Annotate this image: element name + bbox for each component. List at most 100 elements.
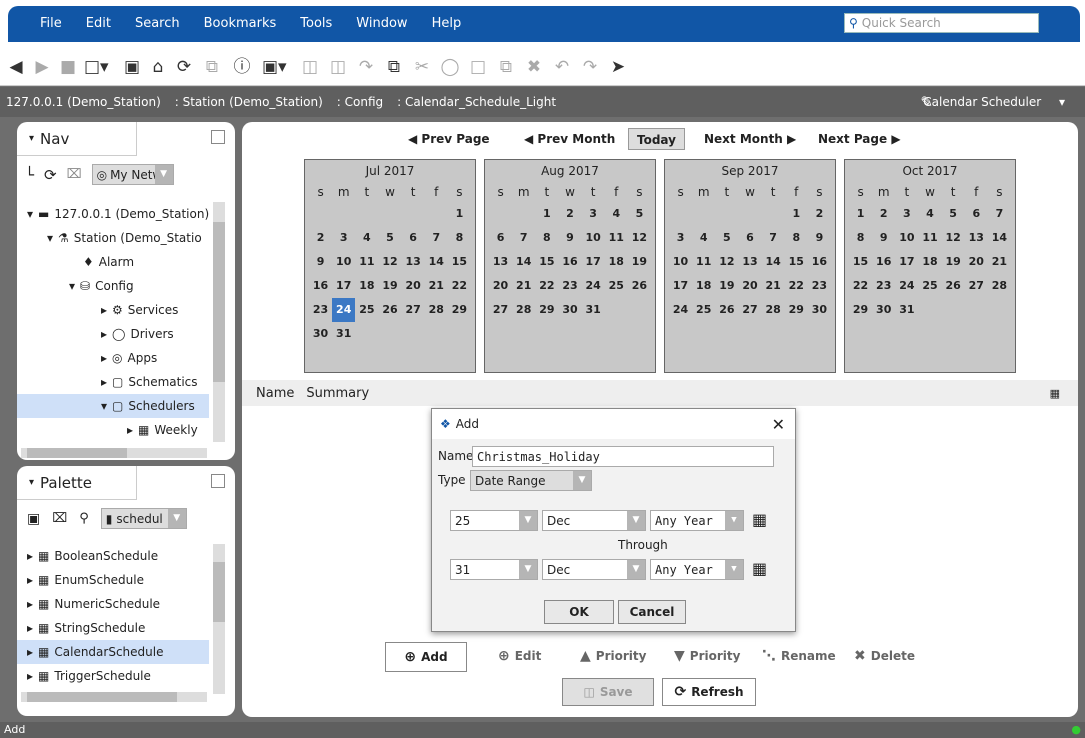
- day-cell[interactable]: 3: [895, 202, 918, 226]
- day-cell[interactable]: 29: [849, 298, 872, 322]
- end-month-select[interactable]: Dec ▼: [542, 559, 646, 580]
- nav-tab[interactable]: ▾ Nav: [17, 122, 137, 156]
- day-cell[interactable]: 31: [582, 298, 605, 322]
- day-cell[interactable]: 2: [872, 202, 895, 226]
- palette-module-select[interactable]: ▮ schedul ▼: [100, 508, 187, 529]
- maximize-icon[interactable]: [211, 130, 225, 144]
- day-cell[interactable]: 20: [489, 274, 512, 298]
- day-cell[interactable]: 13: [738, 250, 761, 274]
- nav-scroll-thumb[interactable]: [213, 222, 225, 382]
- type-select[interactable]: Date Range ▼: [470, 470, 592, 491]
- column-chooser-icon[interactable]: ▦: [1050, 387, 1060, 400]
- day-cell[interactable]: 7: [425, 226, 448, 250]
- day-cell[interactable]: 11: [605, 226, 628, 250]
- ok-button[interactable]: OK: [544, 600, 614, 624]
- day-cell[interactable]: 11: [355, 250, 378, 274]
- duplicate-icon[interactable]: ⧉: [494, 56, 518, 78]
- day-cell[interactable]: 31: [895, 298, 918, 322]
- breadcrumb-config[interactable]: : Config: [337, 95, 383, 109]
- day-cell[interactable]: 25: [692, 298, 715, 322]
- back-icon[interactable]: ◀: [4, 56, 28, 78]
- document-icon[interactable]: ⧉: [382, 56, 406, 78]
- go-icon[interactable]: ➤: [606, 56, 630, 78]
- day-cell[interactable]: 21: [512, 274, 535, 298]
- day-cell[interactable]: 12: [628, 226, 651, 250]
- day-cell[interactable]: 6: [402, 226, 425, 250]
- day-cell[interactable]: 12: [715, 250, 738, 274]
- end-day-select[interactable]: 31 ▼: [450, 559, 538, 580]
- palette-item-numeric[interactable]: ▸ ▦ NumericSchedule: [27, 592, 160, 616]
- today-button[interactable]: Today: [628, 128, 685, 150]
- column-summary[interactable]: Summary: [306, 386, 369, 401]
- menu-window[interactable]: Window: [356, 16, 407, 31]
- day-cell[interactable]: 5: [378, 226, 401, 250]
- menu-file[interactable]: File: [40, 16, 62, 31]
- day-cell[interactable]: 10: [669, 250, 692, 274]
- tree-item-apps[interactable]: ▸ ◎ Apps: [101, 346, 157, 370]
- day-cell[interactable]: 10: [895, 226, 918, 250]
- priority-up-button[interactable]: ▲ Priority: [580, 648, 646, 664]
- name-field[interactable]: Christmas_Holiday: [472, 446, 774, 467]
- start-year-select[interactable]: Any Year ▼: [650, 510, 744, 531]
- delete-button[interactable]: ✖ Delete: [854, 648, 915, 664]
- tree-item-schedulers[interactable]: ▾ ▢ Schedulers: [17, 394, 209, 418]
- tree-item-weekly[interactable]: ▸ ▦ Weekly: [127, 418, 198, 442]
- day-cell[interactable]: 30: [808, 298, 831, 322]
- day-cell[interactable]: 28: [762, 298, 785, 322]
- day-cell[interactable]: 15: [448, 250, 471, 274]
- tree-item-station[interactable]: ▾ ⚗ Station (Demo_Statio: [47, 226, 202, 250]
- day-cell[interactable]: 8: [785, 226, 808, 250]
- rename-button[interactable]: ⋱ Rename: [762, 648, 836, 664]
- sync-icon[interactable]: ⟳: [44, 166, 57, 184]
- tree-item-drivers[interactable]: ▸ ◯ Drivers: [101, 322, 174, 346]
- day-cell[interactable]: 24: [332, 298, 356, 322]
- nav-scrollbar[interactable]: [213, 202, 225, 442]
- menu-tools[interactable]: Tools: [300, 16, 332, 31]
- day-cell[interactable]: 1: [785, 202, 808, 226]
- day-cell[interactable]: 4: [692, 226, 715, 250]
- day-cell[interactable]: 2: [808, 202, 831, 226]
- day-cell[interactable]: 18: [692, 274, 715, 298]
- calendar-icon[interactable]: ▦: [752, 510, 767, 529]
- day-cell[interactable]: 25: [605, 274, 628, 298]
- day-cell[interactable]: 28: [988, 274, 1011, 298]
- up-level-icon[interactable]: ■: [56, 56, 80, 78]
- menu-edit[interactable]: Edit: [86, 16, 111, 31]
- day-cell[interactable]: 11: [692, 250, 715, 274]
- close-palette-icon[interactable]: ⌧: [52, 511, 67, 526]
- day-cell[interactable]: 4: [605, 202, 628, 226]
- search-palette-icon[interactable]: ⚲: [79, 511, 89, 526]
- redo-icon[interactable]: ↷: [578, 56, 602, 78]
- day-cell[interactable]: 2: [309, 226, 332, 250]
- day-cell[interactable]: 9: [872, 226, 895, 250]
- palette-item-string[interactable]: ▸ ▦ StringSchedule: [27, 616, 145, 640]
- save-all-icon[interactable]: ◫: [326, 56, 350, 78]
- day-cell[interactable]: 25: [355, 298, 378, 322]
- palette-hscrollbar[interactable]: [21, 692, 207, 702]
- nav-hscrollbar[interactable]: [21, 448, 207, 458]
- maximize-icon[interactable]: [211, 474, 225, 488]
- folder-icon[interactable]: ▣: [120, 56, 144, 78]
- day-cell[interactable]: 18: [918, 250, 941, 274]
- day-cell[interactable]: 21: [762, 274, 785, 298]
- palette-hscroll-thumb[interactable]: [27, 692, 177, 702]
- day-cell[interactable]: 21: [988, 250, 1011, 274]
- day-cell[interactable]: 1: [849, 202, 872, 226]
- day-cell[interactable]: 15: [785, 250, 808, 274]
- day-cell[interactable]: 5: [942, 202, 965, 226]
- day-cell[interactable]: 14: [762, 250, 785, 274]
- home-icon[interactable]: ⌂: [146, 56, 170, 78]
- paste-icon[interactable]: □: [466, 56, 490, 78]
- day-cell[interactable]: 23: [309, 298, 332, 322]
- day-cell[interactable]: 29: [448, 298, 471, 322]
- end-year-select[interactable]: Any Year ▼: [650, 559, 744, 580]
- day-cell[interactable]: 10: [332, 250, 355, 274]
- day-cell[interactable]: 6: [965, 202, 988, 226]
- day-cell[interactable]: 27: [402, 298, 425, 322]
- day-cell[interactable]: 19: [378, 274, 401, 298]
- day-cell[interactable]: 8: [535, 226, 558, 250]
- day-cell[interactable]: 5: [628, 202, 651, 226]
- info-icon[interactable]: ⓘ: [230, 56, 254, 78]
- day-cell[interactable]: 17: [332, 274, 355, 298]
- day-cell[interactable]: 12: [378, 250, 401, 274]
